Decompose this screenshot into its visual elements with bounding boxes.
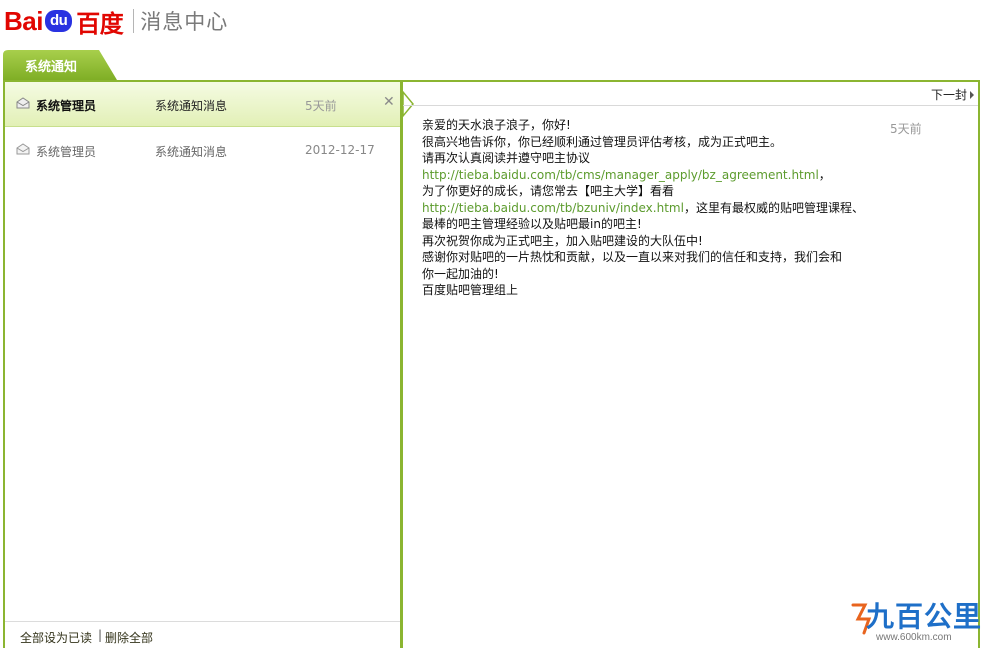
tab-system-notice[interactable]: 系统通知 [3,49,117,80]
message-line: 感谢你对贴吧的一片热忱和贡献，以及一直以来对我们的信任和支持，我们会和 [422,250,843,264]
message-list: 系统管理员 系统通知消息 5天前 ✕ 系统管理员 系统通知消息 2012-12-… [5,82,400,648]
next-message-button[interactable]: 下一封 [931,86,974,103]
logo-chinese-text: 百度 [76,10,124,38]
message-subject: 系统通知消息 [155,99,228,113]
message-line: 亲爱的天水浪子浪子，你好! [422,118,571,132]
envelope-open-icon [16,143,30,155]
message-row-active[interactable]: 系统管理员 系统通知消息 5天前 ✕ [5,82,400,127]
watermark-text: 九百公里 [866,600,983,633]
watermark: 九百公里 www.600km.com [846,597,982,645]
delete-all-link[interactable]: 删除全部 [105,629,153,646]
message-line: 再次祝贺你成为正式吧主，加入贴吧建设的大队伍中! [422,233,703,248]
baidu-logo[interactable]: Bai du 百度 消息中心 [4,3,228,39]
tab-label: 系统通知 [25,60,78,75]
message-date: 2012-12-17 [305,143,375,157]
header: Bai du 百度 消息中心 [0,0,986,48]
message-line: 为了你更好的成长，请您常去【吧主大学】看看 [422,184,675,198]
logo-separator [133,9,135,33]
message-subject: 系统通知消息 [155,145,228,159]
footer-separator: | [98,628,103,642]
pane-divider [400,80,403,648]
envelope-open-icon [16,97,30,109]
message-line: 很高兴地告诉你，你已经顺利通过管理员评估考核，成为正式吧主。 [422,134,783,149]
message-line: 最棒的吧主管理经验以及贴吧最in的吧主! [422,217,642,231]
message-sender: 系统管理员 [36,99,97,113]
bzuniv-link[interactable]: http://tieba.baidu.com/tb/bzuniv/index.h… [422,201,684,215]
message-time: 5天前 [890,122,922,136]
message-line: 请再次认真阅读并遵守吧主协议 [422,151,591,165]
page-title: 消息中心 [140,10,229,34]
message-sender: 系统管理员 [36,145,97,159]
message-row[interactable]: 系统管理员 系统通知消息 2012-12-17 [5,128,400,173]
message-text: ，这里有最权威的贴吧管理课程、 [683,200,864,215]
message-line: 你一起加油的! [422,266,499,281]
logo-wordmark: Bai du 百度 [4,4,124,39]
message-line: http://tieba.baidu.com/tb/cms/manager_ap… [422,167,862,184]
message-date: 5天前 [305,99,337,113]
message-line: http://tieba.baidu.com/tb/bzuniv/index.h… [422,200,864,217]
message-body: 亲爱的天水浪子浪子，你好! 很高兴地告诉你，你已经顺利通过管理员评估考核，成为正… [422,117,864,299]
delete-message-icon[interactable]: ✕ [383,94,395,110]
logo-bai-text: Bai [4,5,43,36]
logo-paw-du: du [44,10,73,32]
triangle-right-icon [970,90,974,99]
message-line: 百度贴吧管理组上 [422,283,519,297]
agreement-link[interactable]: http://tieba.baidu.com/tb/cms/manager_ap… [422,168,819,182]
message-text: ， [818,167,831,182]
list-footer: 全部设为已读 | 删除全部 [5,621,400,649]
next-message-label: 下一封 [930,88,967,102]
watermark-url: www.600km.com [876,632,952,643]
mark-all-read-link[interactable]: 全部设为已读 [20,629,92,646]
detail-toolbar: 下一封 [403,82,978,106]
